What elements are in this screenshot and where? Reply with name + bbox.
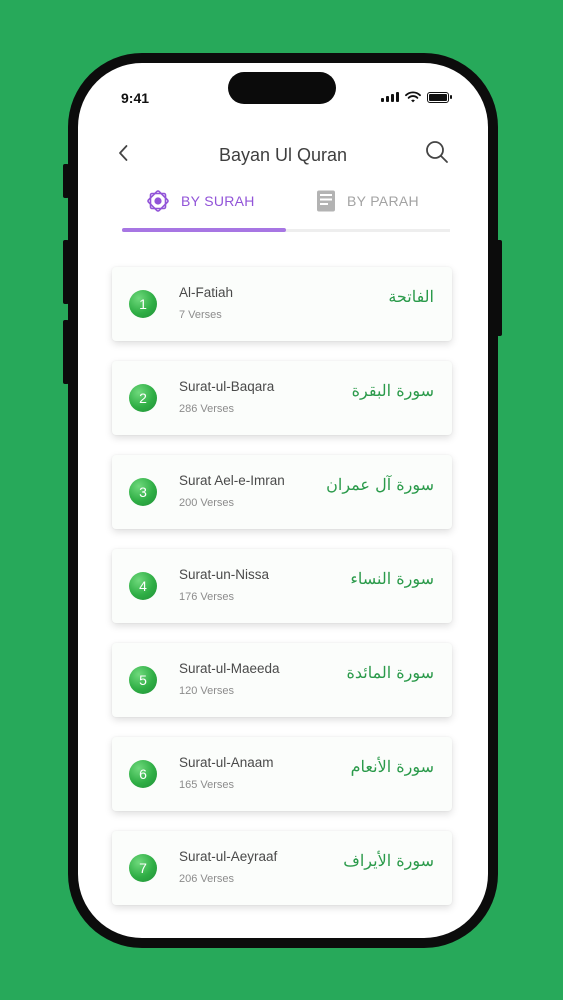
- surah-card-1[interactable]: 1 Al-Fatiah 7 Verses الفاتحة: [112, 267, 452, 341]
- surah-arabic-name: سورة الأنعام: [350, 757, 434, 776]
- surah-card-3[interactable]: 3 Surat Ael-e-Imran 200 Verses سورة آل ع…: [112, 455, 452, 529]
- app-mockup: 9:41 Bayan Ul Quran BY SURAH BY PARAH 1 …: [0, 0, 563, 1000]
- star-icon: [147, 190, 169, 212]
- surah-verse-count: 7 Verses: [179, 309, 222, 321]
- surah-arabic-name: سورة البقرة: [351, 381, 434, 400]
- dynamic-island: [228, 72, 336, 104]
- active-tab-indicator: [122, 228, 286, 232]
- surah-name: Surat Ael-e-Imran: [179, 473, 285, 488]
- surah-verse-count: 200 Verses: [179, 497, 235, 509]
- surah-arabic-name: سورة آل عمران: [326, 475, 434, 494]
- surah-number-badge: 5: [129, 666, 157, 694]
- search-button[interactable]: [424, 139, 450, 165]
- status-icons: [381, 91, 452, 103]
- surah-name: Surat-ul-Anaam: [179, 755, 274, 770]
- surah-verse-count: 120 Verses: [179, 685, 235, 697]
- cellular-signal-icon: [381, 92, 399, 102]
- search-icon: [426, 141, 448, 163]
- tab-by-surah-label: BY SURAH: [181, 193, 255, 209]
- surah-verse-count: 206 Verses: [179, 873, 235, 885]
- surah-verse-count: 165 Verses: [179, 779, 235, 791]
- surah-number-badge: 1: [129, 290, 157, 318]
- wifi-icon: [405, 91, 421, 103]
- status-time: 9:41: [121, 90, 150, 106]
- surah-arabic-name: الفاتحة: [388, 287, 434, 306]
- surah-arabic-name: سورة المائدة: [346, 663, 434, 682]
- surah-name: Surat-ul-Baqara: [179, 379, 275, 394]
- surah-arabic-name: سورة الأيراف: [343, 851, 434, 870]
- surah-verse-count: 176 Verses: [179, 591, 235, 603]
- surah-number-badge: 4: [129, 572, 157, 600]
- surah-card-2[interactable]: 2 Surat-ul-Baqara 286 Verses سورة البقرة: [112, 361, 452, 435]
- surah-name: Al-Fatiah: [179, 285, 234, 300]
- surah-number-badge: 7: [129, 854, 157, 882]
- surah-number-badge: 3: [129, 478, 157, 506]
- surah-card-6[interactable]: 6 Surat-ul-Anaam 165 Verses سورة الأنعام: [112, 737, 452, 811]
- phone-screen: 9:41 Bayan Ul Quran BY SURAH BY PARAH 1 …: [78, 63, 488, 938]
- surah-arabic-name: سورة النساء: [350, 569, 434, 588]
- tab-by-parah-label: BY PARAH: [347, 193, 419, 209]
- surah-number-badge: 6: [129, 760, 157, 788]
- book-icon: [317, 190, 335, 212]
- surah-card-5[interactable]: 5 Surat-ul-Maeeda 120 Verses سورة المائد…: [112, 643, 452, 717]
- surah-name: Surat-ul-Aeyraaf: [179, 849, 278, 864]
- tab-by-parah[interactable]: BY PARAH: [315, 187, 419, 215]
- surah-verse-count: 286 Verses: [179, 403, 235, 415]
- surah-card-4[interactable]: 4 Surat-un-Nissa 176 Verses سورة النساء: [112, 549, 452, 623]
- surah-name: Surat-ul-Maeeda: [179, 661, 280, 676]
- surah-card-7[interactable]: 7 Surat-ul-Aeyraaf 206 Verses سورة الأير…: [112, 831, 452, 905]
- tab-by-surah[interactable]: BY SURAH: [145, 187, 255, 215]
- surah-name: Surat-un-Nissa: [179, 567, 270, 582]
- battery-icon: [427, 91, 452, 103]
- surah-number-badge: 2: [129, 384, 157, 412]
